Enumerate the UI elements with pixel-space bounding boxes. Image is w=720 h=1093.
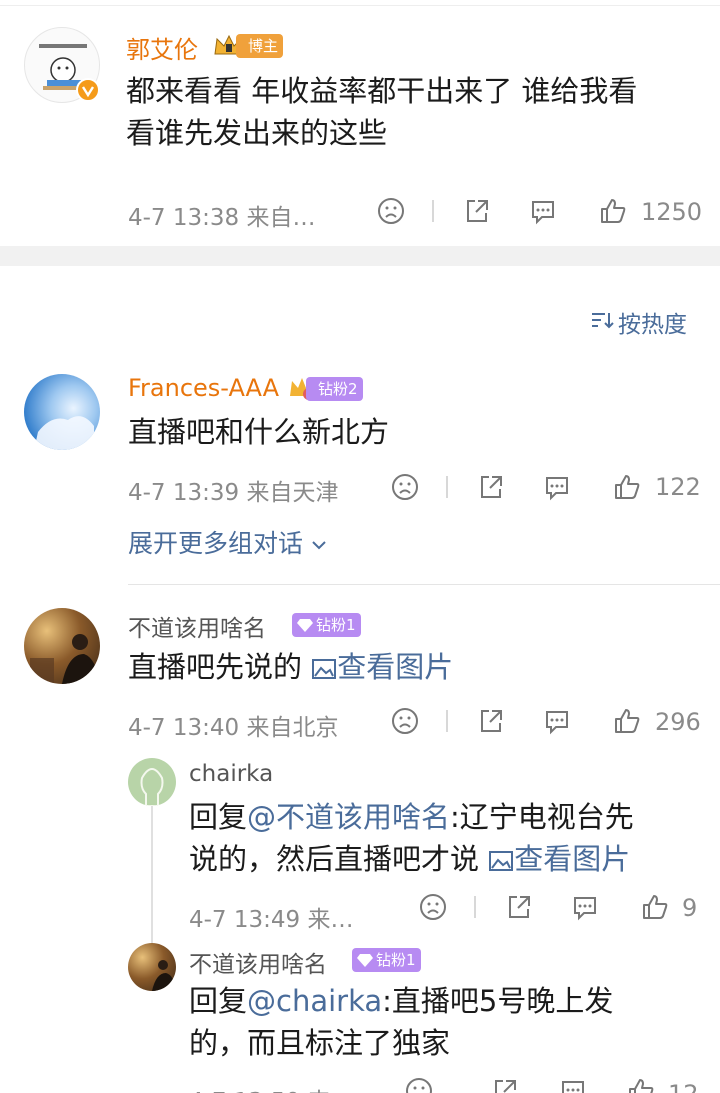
- reply-avatar[interactable]: [128, 943, 176, 991]
- diamond-icon: [297, 617, 313, 633]
- fan-badge: 钻粉2: [306, 377, 363, 401]
- like-icon[interactable]: [626, 1076, 656, 1093]
- diamond-icon: [357, 952, 373, 968]
- reply-text: :辽宁电视台先: [450, 800, 634, 834]
- comment-time: 4-7 13:40 来自北京: [128, 715, 339, 741]
- comment-content: 直播吧先说的 查看图片: [128, 644, 453, 690]
- expand-conversation-label: 展开更多组对话: [128, 529, 304, 558]
- reply-content-line1: 回复@chairka:直播吧5号晚上发: [189, 978, 613, 1024]
- chevron-down-icon: [311, 539, 327, 551]
- dislike-face-icon[interactable]: [390, 706, 420, 736]
- author-like-count: 1250: [641, 198, 703, 226]
- reply-time: 4-7 13:50 来…: [189, 1082, 353, 1093]
- comment-icon[interactable]: [542, 706, 572, 736]
- verified-v-icon: [76, 78, 100, 102]
- image-icon: [311, 657, 337, 681]
- action-separator: [446, 476, 448, 498]
- blogger-badge-label: 博主: [248, 37, 279, 55]
- top-edge: [0, 0, 720, 6]
- reply-author-name[interactable]: chairka: [189, 761, 273, 787]
- dislike-face-icon[interactable]: [390, 472, 420, 502]
- image-icon: [488, 849, 514, 873]
- fan-badge: 钻粉1: [292, 613, 361, 637]
- comment-icon[interactable]: [528, 196, 558, 226]
- dislike-face-icon[interactable]: [404, 1076, 434, 1093]
- comment-text: 直播吧先说的: [128, 650, 303, 684]
- dislike-face-icon[interactable]: [418, 892, 448, 922]
- view-image-label: 查看图片: [514, 842, 631, 876]
- comment-icon[interactable]: [542, 472, 572, 502]
- commenter-name[interactable]: 不道该用啥名: [128, 609, 266, 643]
- like-icon[interactable]: [612, 472, 642, 502]
- share-icon[interactable]: [462, 196, 492, 226]
- reply-text: 说的，然后直播吧才说: [189, 842, 480, 876]
- reply-like-count: 12: [668, 1080, 699, 1093]
- action-separator: [446, 710, 448, 732]
- reply-thread-line: [151, 806, 153, 946]
- blogger-badge: 博主: [236, 34, 284, 58]
- reply-prefix: 回复: [189, 984, 248, 1018]
- section-divider: [0, 246, 720, 266]
- view-image-link[interactable]: 查看图片: [311, 650, 453, 684]
- reply-text: :直播吧5号晚上发: [382, 984, 614, 1018]
- commenter-avatar[interactable]: [24, 374, 100, 450]
- reply-content-line2: 说的，然后直播吧才说 查看图片: [189, 836, 630, 882]
- dislike-face-icon[interactable]: [376, 196, 406, 226]
- commenter-name[interactable]: Frances-AAA: [128, 374, 279, 402]
- author-post-time: 4-7 13:38 来自…: [128, 205, 316, 231]
- view-image-label: 查看图片: [337, 650, 454, 684]
- comment-divider: [128, 584, 720, 585]
- fan-badge-label: 钻粉1: [316, 616, 356, 634]
- like-icon[interactable]: [598, 196, 628, 226]
- author-post-line2: 看谁先发出来的这些: [126, 116, 388, 150]
- fan-badge-label: 钻粉1: [376, 951, 416, 969]
- reply-content-line2: 的，而且标注了独家: [189, 1026, 451, 1060]
- reply-like-count: 9: [682, 894, 698, 922]
- comment-icon[interactable]: [558, 1076, 588, 1093]
- share-icon[interactable]: [504, 892, 534, 922]
- reply-author-name[interactable]: 不道该用啥名: [189, 945, 327, 979]
- sort-icon: [590, 309, 614, 331]
- author-name[interactable]: 郭艾伦: [126, 30, 198, 65]
- action-separator: [432, 200, 434, 222]
- comment-content: 直播吧和什么新北方: [128, 415, 390, 449]
- expand-conversation-link[interactable]: 展开更多组对话: [128, 524, 327, 560]
- reply-content-line1: 回复@不道该用啥名:辽宁电视台先: [189, 794, 634, 840]
- action-separator: [474, 896, 476, 918]
- reply-time: 4-7 13:49 来…: [189, 907, 354, 933]
- mention-link[interactable]: @不道该用啥名: [247, 800, 450, 834]
- share-icon[interactable]: [476, 706, 506, 736]
- comment-like-count: 296: [655, 708, 701, 736]
- fan-badge: 钻粉1: [352, 948, 421, 972]
- reply-prefix: 回复: [189, 800, 248, 834]
- commenter-avatar[interactable]: [24, 608, 100, 684]
- share-icon[interactable]: [490, 1076, 520, 1093]
- comment-time: 4-7 13:39 来自天津: [128, 480, 339, 506]
- sort-label: 按热度: [618, 312, 687, 338]
- comment-icon[interactable]: [570, 892, 600, 922]
- comment-like-count: 122: [655, 473, 701, 501]
- mention-link[interactable]: @chairka: [247, 984, 382, 1018]
- view-image-link[interactable]: 查看图片: [488, 842, 630, 876]
- reply-avatar[interactable]: [128, 758, 176, 806]
- fan-badge-label: 钻粉2: [318, 380, 358, 398]
- like-icon[interactable]: [640, 892, 670, 922]
- share-icon[interactable]: [476, 472, 506, 502]
- author-post-line1: 都来看看 年收益率都干出来了 谁给我看: [126, 74, 638, 108]
- like-icon[interactable]: [612, 706, 642, 736]
